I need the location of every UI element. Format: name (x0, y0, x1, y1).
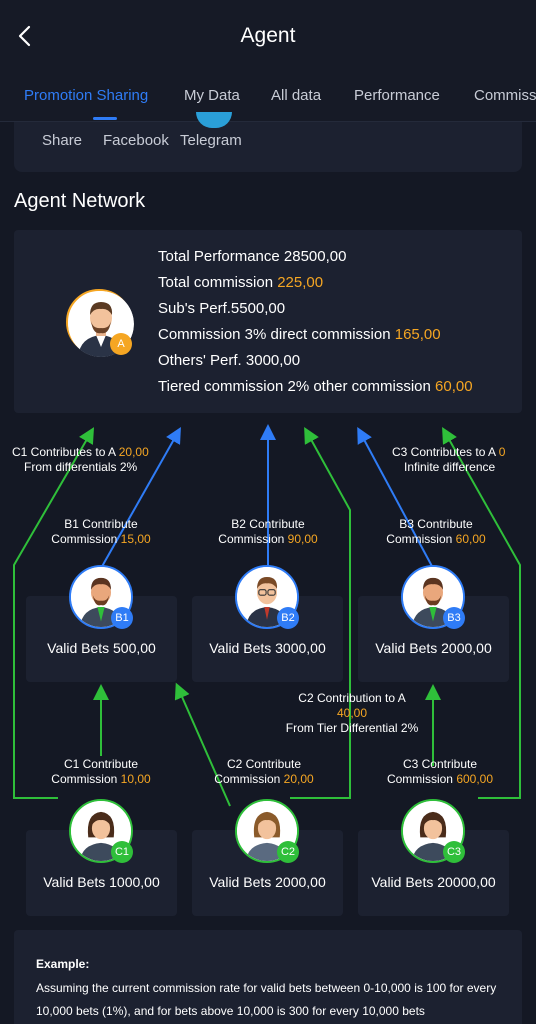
b2-contribute-note: B2 Contribute Commission 90,00 (206, 517, 330, 547)
b1-contribute-note: B1 Contribute Commission 15,00 (46, 517, 156, 547)
c1-commission-value: 10,00 (120, 772, 151, 786)
top-bar: Agent (0, 0, 536, 72)
b1-valid-bets: Valid Bets 500,00 (47, 640, 156, 656)
c3-to-a-source: Infinite difference (404, 460, 496, 474)
b1-avatar: B1 (69, 565, 133, 629)
c2-to-a-value: 40,00 (336, 706, 368, 720)
agent-a-avatar: A (66, 289, 134, 357)
b2-commission-label: Commission (218, 532, 288, 546)
others-performance: Others' Perf. 3000,00 (158, 352, 301, 369)
c3-avatar: C3 (401, 799, 465, 863)
tiered-commission: Tiered commission 2% other commission 60… (158, 378, 473, 395)
share-label[interactable]: Share (42, 132, 82, 149)
b1-commission-value: 15,00 (120, 532, 151, 546)
c2-to-a-source: From Tier Differential 2% (285, 721, 419, 735)
c1-contribute-label: C1 Contribute (63, 757, 139, 771)
direct-commission-value: 165,00 (394, 326, 441, 343)
c3-valid-bets: Valid Bets 20000,00 (371, 874, 496, 890)
tiered-commission-label: Tiered commission 2% other commission (158, 378, 436, 395)
c1-to-a-label: C1 Contributes to A (12, 445, 119, 459)
total-performance: Total Performance 28500,00 (158, 248, 347, 265)
telegram-label[interactable]: Telegram (180, 132, 242, 149)
badge-c3: C3 (443, 841, 465, 863)
b3-valid-bets: Valid Bets 2000,00 (375, 640, 492, 656)
badge-b1: B1 (111, 607, 133, 629)
c3-contribute-label: C3 Contribute (402, 757, 478, 771)
c2-avatar: C2 (235, 799, 299, 863)
c2-to-a-label: C2 Contribution to A (298, 691, 406, 705)
subs-performance: Sub's Perf.5500,00 (158, 300, 286, 317)
c3-contribute-note: C3 Contribute Commission 600,00 (376, 757, 504, 787)
c1-avatar: C1 (69, 799, 133, 863)
b2-commission-value: 90,00 (287, 532, 318, 546)
example-text: Assuming the current commission rate for… (36, 981, 497, 1018)
badge-b2: B2 (277, 607, 299, 629)
c2-to-a-note: C2 Contribution to A 40,00 From Tier Dif… (276, 691, 428, 736)
telegram-icon[interactable] (196, 112, 232, 128)
c2-contribute-label: C2 Contribute (226, 757, 302, 771)
c3-to-a-value: 0 (498, 445, 506, 459)
badge-b3: B3 (443, 607, 465, 629)
b3-contribute-note: B3 Contribute Commission 60,00 (376, 517, 496, 547)
total-commission-value: 225,00 (277, 274, 324, 291)
tab-bar: Promotion Sharing My Data All data Perfo… (0, 72, 536, 122)
badge-c2: C2 (277, 841, 299, 863)
c1-contribute-note: C1 Contribute Commission 10,00 (46, 757, 156, 787)
direct-commission-label: Commission 3% direct commission (158, 326, 395, 343)
b2-contribute-label: B2 Contribute (231, 517, 305, 531)
b1-contribute-label: B1 Contribute (64, 517, 138, 531)
total-commission-label: Total commission (158, 274, 278, 291)
c2-valid-bets: Valid Bets 2000,00 (209, 874, 326, 890)
b3-commission-value: 60,00 (455, 532, 486, 546)
c3-commission-value: 600,00 (456, 772, 494, 786)
c1-to-a-source: From differentials 2% (24, 460, 138, 474)
page-title: Agent (240, 24, 296, 47)
b2-avatar: B2 (235, 565, 299, 629)
c3-to-a-label: C3 Contributes to A (392, 445, 499, 459)
example-card: Example: Assuming the current commission… (14, 930, 522, 1024)
tab-performance[interactable]: Performance (354, 87, 440, 104)
tab-my-data[interactable]: My Data (184, 87, 240, 104)
c2-commission-value: 20,00 (283, 772, 314, 786)
total-commission: Total commission 225,00 (158, 274, 323, 291)
badge-c1: C1 (111, 841, 133, 863)
direct-commission: Commission 3% direct commission 165,00 (158, 326, 441, 343)
b3-contribute-label: B3 Contribute (399, 517, 473, 531)
b2-valid-bets: Valid Bets 3000,00 (209, 640, 326, 656)
agent-network-title: Agent Network (14, 190, 146, 212)
c3-commission-label: Commission (386, 772, 457, 786)
c2-contribute-note: C2 Contribute Commission 20,00 (204, 757, 324, 787)
b3-commission-label: Commission (386, 532, 456, 546)
c2-commission-label: Commission (214, 772, 284, 786)
active-tab-indicator (93, 117, 117, 120)
facebook-label[interactable]: Facebook (103, 132, 169, 149)
badge-a: A (110, 333, 132, 355)
tab-all-data[interactable]: All data (271, 87, 321, 104)
share-card: Share Facebook Telegram (14, 112, 522, 172)
b1-commission-label: Commission (51, 532, 121, 546)
tab-promotion-sharing[interactable]: Promotion Sharing (24, 87, 148, 104)
c3-to-a-note: C3 Contributes to A 0 Infinite differenc… (392, 445, 505, 475)
tab-commission[interactable]: Commiss (474, 87, 536, 104)
c1-commission-label: Commission (51, 772, 121, 786)
c1-to-a-note: C1 Contributes to A 20,00 From different… (12, 445, 149, 475)
tiered-commission-value: 60,00 (435, 378, 473, 395)
example-heading: Example: (36, 957, 90, 971)
c1-to-a-value: 20,00 (118, 445, 149, 459)
b3-avatar: B3 (401, 565, 465, 629)
c1-valid-bets: Valid Bets 1000,00 (43, 874, 160, 890)
